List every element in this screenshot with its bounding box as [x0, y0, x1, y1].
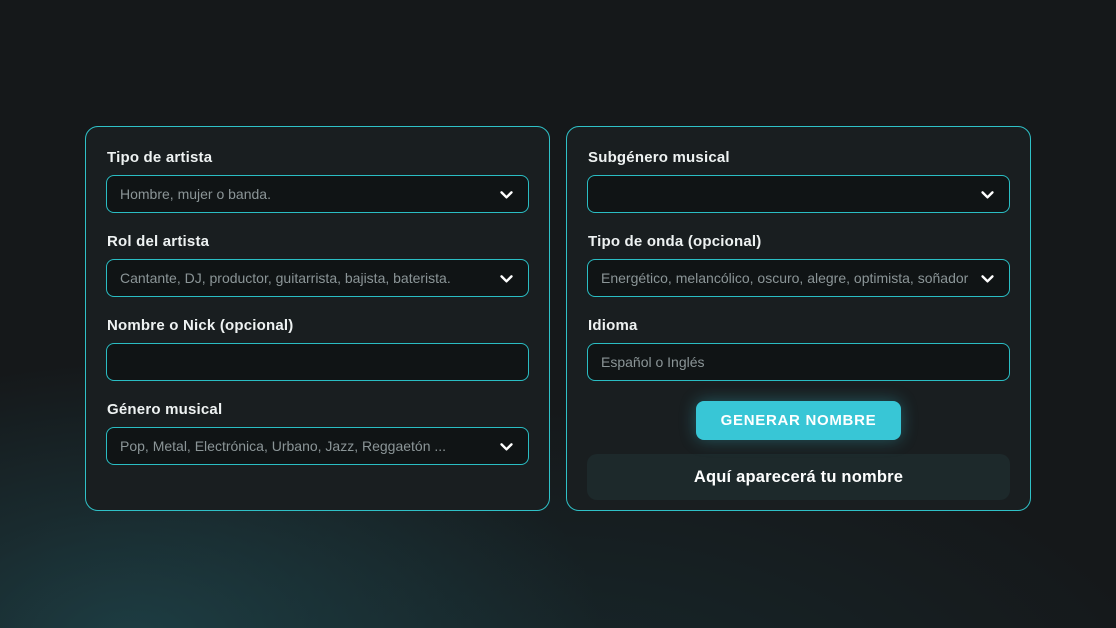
- language-input[interactable]: [587, 343, 1010, 381]
- artist-type-label: Tipo de artista: [107, 149, 529, 167]
- vibe-type-select[interactable]: Energético, melancólico, oscuro, alegre,…: [587, 259, 1010, 297]
- music-genre-select[interactable]: Pop, Metal, Electrónica, Urbano, Jazz, R…: [106, 427, 529, 465]
- artist-type-select-placeholder: Hombre, mujer o banda.: [120, 186, 490, 202]
- nickname-label: Nombre o Nick (opcional): [107, 317, 529, 335]
- field-group-vibe-type: Tipo de onda (opcional) Energético, mela…: [587, 233, 1010, 297]
- generator-panel: Subgénero musical Tipo de onda (opcional…: [566, 126, 1031, 511]
- chevron-down-icon: [979, 186, 996, 203]
- vibe-type-label: Tipo de onda (opcional): [588, 233, 1010, 251]
- artist-role-label: Rol del artista: [107, 233, 529, 251]
- chevron-down-icon: [498, 438, 515, 455]
- chevron-down-icon: [498, 186, 515, 203]
- subgenre-label: Subgénero musical: [588, 149, 1010, 167]
- generate-name-button[interactable]: GENERAR NOMBRE: [696, 401, 902, 440]
- chevron-down-icon: [498, 270, 515, 287]
- vibe-type-select-placeholder: Energético, melancólico, oscuro, alegre,…: [601, 270, 971, 286]
- generated-name-output: Aquí aparecerá tu nombre: [587, 454, 1010, 500]
- field-group-artist-type: Tipo de artista Hombre, mujer o banda.: [106, 149, 529, 213]
- language-label: Idioma: [588, 317, 1010, 335]
- music-genre-select-placeholder: Pop, Metal, Electrónica, Urbano, Jazz, R…: [120, 438, 490, 454]
- field-group-music-genre: Género musical Pop, Metal, Electrónica, …: [106, 401, 529, 465]
- generate-button-row: GENERAR NOMBRE: [587, 401, 1010, 440]
- field-group-language: Idioma: [587, 317, 1010, 381]
- artist-details-panel: Tipo de artista Hombre, mujer o banda. R…: [85, 126, 550, 511]
- field-group-nickname: Nombre o Nick (opcional): [106, 317, 529, 381]
- field-group-artist-role: Rol del artista Cantante, DJ, productor,…: [106, 233, 529, 297]
- field-group-subgenre: Subgénero musical: [587, 149, 1010, 213]
- artist-role-select[interactable]: Cantante, DJ, productor, guitarrista, ba…: [106, 259, 529, 297]
- form-panels: Tipo de artista Hombre, mujer o banda. R…: [0, 0, 1116, 511]
- artist-role-select-placeholder: Cantante, DJ, productor, guitarrista, ba…: [120, 270, 490, 286]
- chevron-down-icon: [979, 270, 996, 287]
- artist-type-select[interactable]: Hombre, mujer o banda.: [106, 175, 529, 213]
- music-genre-label: Género musical: [107, 401, 529, 419]
- subgenre-select[interactable]: [587, 175, 1010, 213]
- nickname-input[interactable]: [106, 343, 529, 381]
